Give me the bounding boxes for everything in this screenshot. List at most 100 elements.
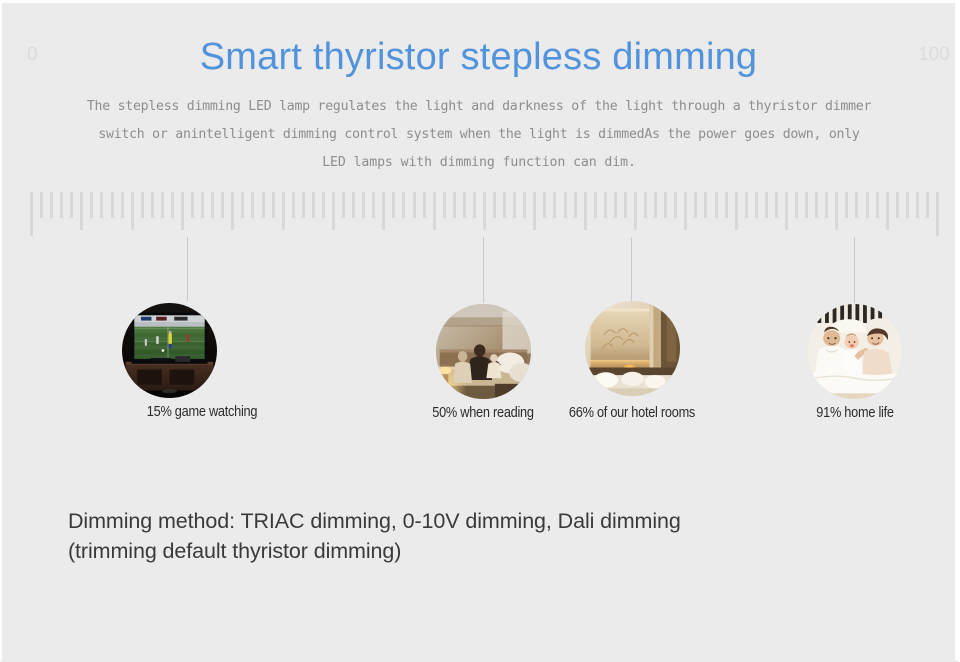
dimming-scale-ruler	[30, 192, 939, 240]
ruler-tick	[744, 192, 748, 218]
ruler-tick	[493, 192, 497, 218]
intro-line-2: switch or anintelligent dimming control …	[98, 127, 860, 142]
ruler-tick	[634, 192, 637, 230]
photo-home-life	[807, 304, 902, 399]
ruler-tick	[553, 192, 557, 218]
ruler-tick	[251, 192, 255, 218]
ruler-tick	[593, 192, 597, 218]
ruler-tick	[291, 192, 295, 218]
intro-line-3: LED lamps with dimming function can dim.	[322, 155, 636, 170]
ruler-tick	[321, 192, 325, 218]
ruler-tick	[301, 192, 305, 218]
ruler-tick	[774, 192, 778, 218]
connector-stem-4	[854, 237, 855, 303]
ruler-tick	[382, 192, 386, 230]
ruler-tick	[603, 192, 607, 218]
ruler-tick	[885, 192, 889, 230]
ruler-tick	[432, 192, 436, 230]
ruler-tick	[100, 192, 104, 218]
ruler-tick	[70, 192, 74, 218]
ruler-tick	[674, 192, 678, 218]
ruler-tick	[724, 192, 728, 218]
ruler-tick	[573, 192, 577, 218]
dimming-method-line-1: Dimming method: TRIAC dimming, 0-10V dim…	[68, 509, 681, 533]
ruler-tick	[623, 192, 627, 218]
ruler-tick	[372, 192, 376, 218]
intro-line-1: The stepless dimming LED lamp regulates …	[86, 99, 872, 114]
ruler-tick	[201, 192, 205, 218]
ruler-tick	[80, 192, 84, 230]
ruler-tick	[513, 192, 517, 218]
ruler-tick	[583, 192, 587, 230]
ruler-label-min: 0	[27, 44, 38, 65]
ruler-tick	[342, 192, 346, 218]
ruler-tick	[452, 192, 456, 218]
ruler-tick	[231, 192, 235, 230]
dimming-method-note: Dimming method: TRIAC dimming, 0-10V dim…	[68, 506, 681, 566]
ruler-tick	[241, 192, 245, 218]
ruler-label-max: 100	[918, 44, 950, 65]
ruler-tick	[925, 192, 929, 218]
ruler-tick	[805, 192, 809, 218]
ruler-tick	[221, 192, 225, 218]
ruler-tick	[352, 192, 356, 218]
caption-hotel-rooms: 66% of our hotel rooms	[568, 405, 696, 421]
ruler-tick	[855, 192, 859, 218]
ruler-tick	[271, 192, 275, 218]
product-feature-banner: Smart thyristor stepless dimming The ste…	[0, 0, 960, 662]
ruler-tick	[704, 192, 708, 218]
ruler-tick	[936, 192, 939, 236]
ruler-tick	[150, 192, 154, 218]
ruler-tick	[50, 192, 54, 218]
dimming-method-line-2: (trimming default thyristor dimming)	[68, 539, 402, 563]
ruler-tick	[644, 192, 648, 218]
ruler-tick	[563, 192, 567, 218]
ruler-tick	[110, 192, 114, 218]
ruler-tick	[533, 192, 537, 230]
ruler-tick	[875, 192, 879, 218]
ruler-tick	[865, 192, 869, 218]
ruler-tick	[130, 192, 134, 230]
ruler-tick	[120, 192, 124, 218]
ruler-tick	[362, 192, 366, 218]
ruler-tick	[211, 192, 215, 218]
photo-when-reading	[436, 304, 531, 399]
ruler-tick	[503, 192, 507, 218]
ruler-tick	[392, 192, 396, 218]
ruler-tick	[915, 192, 919, 218]
caption-home-life: 91% home life	[816, 405, 894, 421]
ruler-tick	[895, 192, 899, 218]
ruler-tick	[825, 192, 829, 218]
connector-stem-2	[483, 237, 484, 303]
connector-stem-3	[631, 237, 632, 301]
ruler-tick	[191, 192, 195, 218]
ruler-tick	[483, 192, 486, 230]
ruler-tick	[412, 192, 416, 218]
ruler-tick	[905, 192, 909, 218]
ruler-tick	[40, 192, 44, 218]
ruler-tick	[30, 192, 33, 236]
ruler-tick	[261, 192, 265, 218]
ruler-tick	[281, 192, 285, 230]
ruler-tick	[815, 192, 819, 218]
ruler-tick	[181, 192, 184, 230]
ruler-tick	[714, 192, 718, 218]
connector-stem-1	[187, 237, 188, 301]
ruler-tick	[795, 192, 799, 218]
ruler-tick	[90, 192, 94, 218]
ruler-tick	[845, 192, 849, 218]
ruler-tick	[684, 192, 688, 230]
photo-game-watching	[122, 303, 217, 398]
ruler-tick	[523, 192, 527, 218]
ruler-tick	[472, 192, 476, 218]
intro-paragraph: The stepless dimming LED lamp regulates …	[28, 93, 930, 177]
page-title: Smart thyristor stepless dimming	[199, 36, 758, 78]
ruler-tick	[60, 192, 64, 218]
ruler-tick	[402, 192, 406, 218]
ruler-tick	[754, 192, 758, 218]
ruler-tick	[311, 192, 315, 218]
ruler-tick	[442, 192, 446, 218]
ruler-tick	[543, 192, 547, 218]
ruler-tick	[170, 192, 174, 218]
photo-hotel-rooms	[585, 301, 680, 396]
